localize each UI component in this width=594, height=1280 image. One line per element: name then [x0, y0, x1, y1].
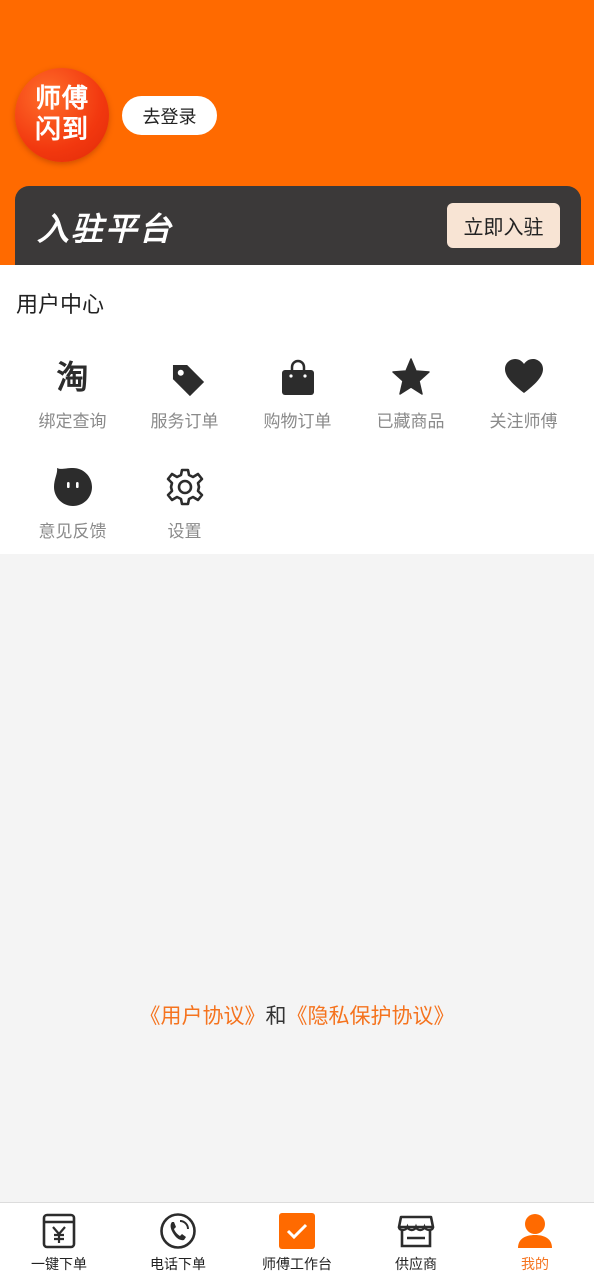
- grid-item-label: 服务订单: [150, 412, 219, 432]
- header: 师傅 闪到 去登录 入驻平台 立即入驻: [0, 0, 594, 265]
- gear-icon: [166, 468, 203, 506]
- logo-text-line1: 师傅: [34, 84, 89, 114]
- tab-mine[interactable]: 我的: [476, 1203, 594, 1280]
- grid-item-label: 已藏商品: [376, 412, 445, 432]
- star-icon: [391, 358, 430, 395]
- agreement-conjunction: 和: [265, 1004, 287, 1028]
- privacy-agreement-link[interactable]: 《隐私保护协议》: [287, 1004, 455, 1028]
- tab-supplier[interactable]: 供应商: [357, 1203, 475, 1280]
- shopping-bag-icon: [281, 359, 314, 395]
- banner-title: 入驻平台: [37, 210, 174, 248]
- user-icon: [518, 1214, 552, 1248]
- tab-label: 供应商: [395, 1257, 437, 1273]
- grid-item-shopping-orders[interactable]: 购物订单: [241, 355, 354, 435]
- checkbox-icon: [279, 1213, 315, 1249]
- user-center-panel: 用户中心 淘 绑定查询 服务订单 购物订单 已藏商品 关注师傅 意见反馈 设置: [0, 265, 594, 554]
- agreement-links: 《用户协议》和《隐私保护协议》: [0, 1000, 594, 1030]
- tab-label: 电话下单: [150, 1257, 206, 1273]
- grid-item-followed-masters[interactable]: 关注师傅: [467, 355, 580, 435]
- grid-item-label: 关注师傅: [489, 412, 558, 432]
- phone-icon: [160, 1213, 196, 1249]
- grid-item-settings[interactable]: 设置: [128, 465, 241, 545]
- logo-text-line2: 闪到: [34, 115, 89, 145]
- grid-item-label: 绑定查询: [38, 412, 107, 432]
- heart-icon: [504, 359, 543, 393]
- store-icon: [397, 1215, 435, 1248]
- chat-bubble-icon: [53, 468, 92, 506]
- section-title: 用户中心: [16, 293, 105, 318]
- tab-label: 我的: [521, 1257, 549, 1273]
- app-logo: 师傅 闪到: [15, 68, 109, 162]
- yen-order-icon: [42, 1213, 76, 1249]
- join-now-button[interactable]: 立即入驻: [447, 203, 560, 248]
- grid-item-service-orders[interactable]: 服务订单: [128, 355, 241, 435]
- grid-item-saved-products[interactable]: 已藏商品: [354, 355, 467, 435]
- tab-one-click-order[interactable]: 一键下单: [0, 1203, 118, 1280]
- grid-item-label: 购物订单: [263, 412, 332, 432]
- tab-master-workbench[interactable]: 师傅工作台: [238, 1203, 356, 1280]
- bottom-tab-bar: 一键下单 电话下单 师傅工作台 供应商 我的: [0, 1202, 594, 1280]
- grid-item-label: 设置: [167, 522, 202, 542]
- grid-item-feedback[interactable]: 意见反馈: [16, 465, 129, 545]
- tab-label: 师傅工作台: [262, 1257, 332, 1273]
- grid-item-label: 意见反馈: [38, 522, 107, 542]
- join-platform-banner: 入驻平台 立即入驻: [15, 186, 581, 265]
- grid-item-binding-query[interactable]: 淘 绑定查询: [16, 355, 129, 435]
- user-agreement-link[interactable]: 《用户协议》: [140, 1004, 266, 1028]
- tao-icon: 淘: [56, 358, 89, 396]
- login-button[interactable]: 去登录: [122, 96, 217, 135]
- tab-label: 一键下单: [31, 1257, 87, 1273]
- tab-phone-order[interactable]: 电话下单: [119, 1203, 237, 1280]
- tag-icon: [172, 364, 204, 397]
